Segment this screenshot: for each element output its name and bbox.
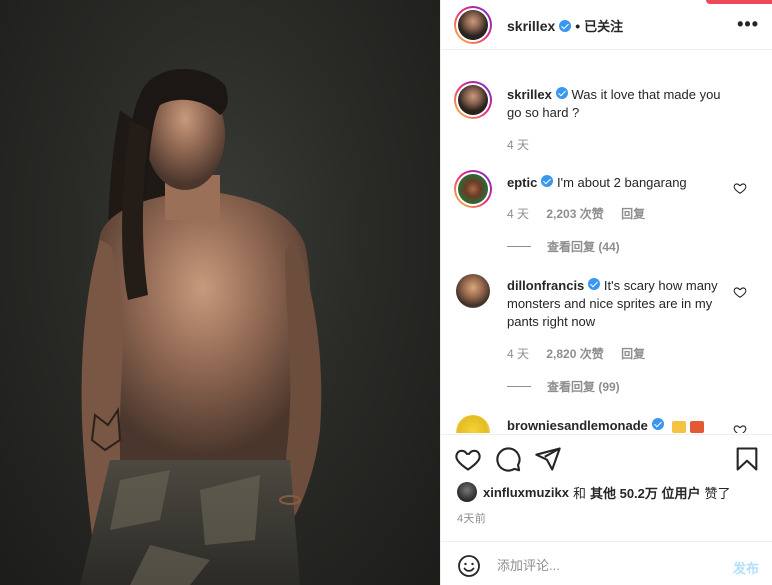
liker-avatar[interactable] xyxy=(457,482,477,502)
liker-username[interactable]: xinfluxmuzikx xyxy=(483,485,569,500)
comment-username[interactable]: browniesandlemonade xyxy=(507,418,648,433)
separator: • xyxy=(575,17,581,34)
comment-avatar[interactable] xyxy=(456,415,490,433)
paper-plane-icon[interactable] xyxy=(534,445,562,473)
caption-avatar[interactable] xyxy=(454,81,492,119)
comment-body: eptic I'm about 2 bangarang xyxy=(507,174,735,192)
author-username[interactable]: skrillex xyxy=(507,18,555,34)
following-button[interactable]: 已关注 xyxy=(584,16,623,35)
comment-username[interactable]: dillonfrancis xyxy=(507,278,584,293)
verified-badge-icon xyxy=(651,418,664,430)
verified-badge-icon xyxy=(541,175,554,187)
post-actions: xinfluxmuzikx 和 其他 50.2万 位用户 赞了 4天前 发布 xyxy=(441,434,772,585)
comment-meta: 4 天 2,820 次赞 回复 xyxy=(507,345,659,362)
heart-icon[interactable] xyxy=(454,445,482,473)
comment-username[interactable]: eptic xyxy=(507,175,537,190)
verified-badge-icon xyxy=(555,87,568,99)
comment-like-heart-icon[interactable] xyxy=(733,181,747,195)
other-likers[interactable]: 其他 50.2万 位用户 xyxy=(590,483,701,502)
smiley-icon[interactable] xyxy=(457,554,481,578)
post-photo[interactable] xyxy=(0,0,440,585)
post-comment-button[interactable]: 发布 xyxy=(733,558,759,577)
caption-body: skrillex Was it love that made you go so… xyxy=(507,86,735,122)
replies-divider xyxy=(507,246,531,247)
comment-avatar[interactable] xyxy=(454,170,492,208)
comment-time[interactable]: 4 天 xyxy=(507,347,529,361)
comment-likes[interactable]: 2,203 次赞 xyxy=(546,207,603,221)
likes-suffix: 赞了 xyxy=(704,485,731,501)
view-replies-label: 查看回复 (44) xyxy=(547,240,620,254)
post-timestamp[interactable]: 4天前 xyxy=(457,510,486,526)
view-replies-button[interactable]: 查看回复 (99) xyxy=(507,378,620,395)
author-avatar[interactable] xyxy=(454,6,492,44)
view-replies-button[interactable]: 查看回复 (44) xyxy=(507,238,620,255)
comment-like-heart-icon[interactable] xyxy=(733,423,747,433)
comment-icon[interactable] xyxy=(494,445,522,473)
comment-meta: 4 天 2,203 次赞 回复 xyxy=(507,205,659,222)
post-photo-illustration xyxy=(80,68,322,585)
post-side-panel: skrillex • 已关注 ••• skrillex Was it love … xyxy=(440,0,772,585)
money-emoji-icon xyxy=(671,420,686,433)
comment-input[interactable] xyxy=(497,554,717,576)
comments-list[interactable]: skrillex Was it love that made you go so… xyxy=(441,51,772,433)
bookmark-icon[interactable] xyxy=(733,445,761,473)
view-replies-label: 查看回复 (99) xyxy=(547,380,620,394)
replies-divider xyxy=(507,386,531,387)
add-comment-bar: 发布 xyxy=(441,541,772,585)
caption-username[interactable]: skrillex xyxy=(507,87,552,102)
comment-likes[interactable]: 2,820 次赞 xyxy=(546,347,603,361)
comment-time[interactable]: 4 天 xyxy=(507,207,529,221)
author-info: skrillex • 已关注 xyxy=(507,16,623,35)
likes-summary: xinfluxmuzikx 和 其他 50.2万 位用户 赞了 xyxy=(457,482,731,502)
reply-button[interactable]: 回复 xyxy=(621,347,645,361)
likes-conj: 和 xyxy=(572,485,586,501)
comment-text: I'm about 2 bangarang xyxy=(556,175,687,190)
caption-time[interactable]: 4 天 xyxy=(507,138,529,152)
caption-meta: 4 天 xyxy=(507,136,543,153)
verified-badge-icon xyxy=(559,19,572,32)
verified-badge-icon xyxy=(588,278,601,290)
comment-avatar[interactable] xyxy=(456,274,490,308)
comment-body: dillonfrancis It's scary how many monste… xyxy=(507,277,735,331)
comment-body: browniesandlemonade xyxy=(507,417,735,433)
collision-emoji-icon xyxy=(689,420,704,433)
reply-button[interactable]: 回复 xyxy=(621,207,645,221)
more-options-icon[interactable]: ••• xyxy=(737,14,759,35)
comment-like-heart-icon[interactable] xyxy=(733,285,747,299)
post-header: skrillex • 已关注 ••• xyxy=(441,0,772,50)
